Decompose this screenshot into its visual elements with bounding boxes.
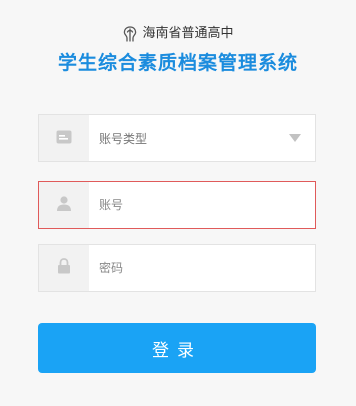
account-input-wrap: [89, 182, 315, 228]
school-logo-icon: [122, 26, 138, 42]
account-type-value: 账号类型: [99, 131, 148, 146]
password-input[interactable]: [99, 245, 315, 291]
account-type-icon-box: [39, 115, 89, 161]
lock-icon: [57, 258, 71, 278]
chevron-down-icon[interactable]: [275, 115, 315, 161]
login-button[interactable]: 登录: [38, 323, 316, 373]
system-title: 学生综合素质档案管理系统: [57, 52, 298, 74]
school-name: 海南省普通高中: [142, 26, 234, 41]
password-icon-box: [39, 245, 89, 291]
card-icon: [56, 129, 72, 148]
brand-line: 海南省普通高中: [0, 26, 356, 42]
account-type-select[interactable]: 账号类型: [38, 114, 316, 162]
password-field[interactable]: [38, 244, 316, 292]
account-icon-box: [39, 182, 89, 228]
password-input-wrap: [89, 245, 315, 291]
account-field[interactable]: [38, 181, 316, 229]
account-input[interactable]: [99, 182, 315, 228]
login-page: 海南省普通高中 学生综合素质档案管理系统 账号类型 账号 登录: [0, 0, 356, 406]
user-icon: [56, 195, 72, 215]
